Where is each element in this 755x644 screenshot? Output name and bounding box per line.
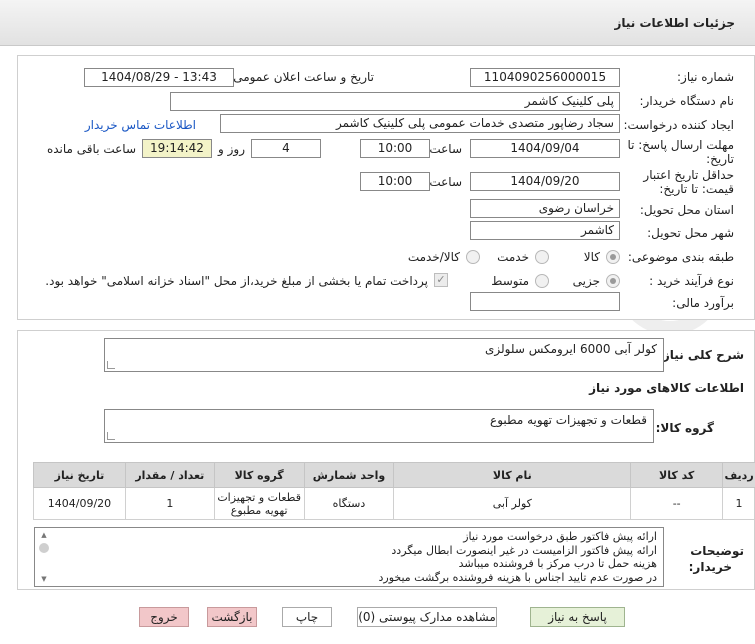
goods-group-text: قطعات و تجهیزات تهویه مطبوع [490,413,647,427]
announce-datetime-label: تاریخ و ساعت اعلان عمومی: [229,70,374,84]
deadline-time-field: 10:00 [360,139,430,158]
page-header: جزئیات اطلاعات نیاز [0,0,755,46]
validity-label: حداقل تاریخ اعتبار [643,168,734,182]
scroll-thumb[interactable] [39,543,49,553]
category-option-goods: کالا [583,250,600,264]
description-label: شرح کلی نیاز: [658,348,744,362]
goods-table: ردیف کد کالا نام کالا واحد شمارش گروه کا… [33,462,755,520]
notes-scrollbar[interactable]: ▲ ▼ [38,531,50,583]
deadline-time-label: ساعت [429,142,462,156]
category-radio-goods-service[interactable] [466,250,480,264]
purchase-radio-medium[interactable] [535,274,549,288]
validity-time-label: ساعت [429,175,462,189]
col-date: تاریخ نیاز [33,462,126,488]
cell-code: -- [630,487,724,520]
col-unit: واحد شمارش [303,462,395,488]
goods-group-textarea: قطعات و تجهیزات تهویه مطبوع [104,409,654,443]
deadline-date-field: 1404/09/04 [470,139,620,158]
category-option-goods-service: کالا/خدمت [407,250,460,264]
col-code: کد کالا [630,462,724,488]
validity-date-field: 1404/09/20 [470,172,620,191]
category-radio-service[interactable] [535,250,549,264]
category-option-service: خدمت [497,250,529,264]
goods-info-title: اطلاعات کالاهای مورد نیاز [589,381,744,395]
resize-grip-icon[interactable] [107,361,115,369]
payment-note: پرداخت تمام یا بخشی از مبلغ خرید،از محل … [45,274,428,288]
print-button[interactable]: چاپ [282,607,332,627]
request-creator-label: ایجاد کننده درخواست: [623,118,734,132]
deadline-label: مهلت ارسال پاسخ: تا [627,138,734,152]
province-label: استان محل تحویل: [639,203,734,217]
remaining-days-field: 4 [251,139,321,158]
cell-unit: دستگاه [303,487,395,520]
need-details-panel: شماره نیاز: 1104090256000015 تاریخ و ساع… [17,55,755,320]
table-row[interactable]: 1 -- کولر آبی دستگاه قطعات و تجهیزات تهو… [33,487,755,520]
buyer-note-line: ارائه پیش فاکتور الزامیست در غیر اینصورت… [391,543,657,557]
goods-group-label: گروه کالا: [655,421,714,435]
remaining-time-field: 19:14:42 [142,139,212,158]
budget-label: برآورد مالی: [672,296,734,310]
buyer-note-line: در صورت عدم تایید اجناس با هزینه فروشنده… [378,570,657,584]
need-number-label: شماره نیاز: [677,70,734,84]
resize-grip-icon[interactable] [107,432,115,440]
category-label: طبقه بندی موضوعی: [627,250,734,264]
back-button[interactable]: بازگشت [207,607,257,627]
purchase-option-minor: جزیی [572,274,600,288]
goods-table-header: ردیف کد کالا نام کالا واحد شمارش گروه کا… [33,462,755,488]
purchase-radio-minor[interactable] [606,274,620,288]
days-label: روز و [218,142,245,156]
purchase-option-medium: متوسط [491,274,529,288]
cell-quantity: 1 [124,487,215,520]
remaining-time-label: ساعت باقی مانده [46,142,136,156]
attachments-button[interactable]: مشاهده مدارک پیوستی (0) [357,607,497,627]
col-group: گروه کالا [213,462,305,488]
city-label: شهر محل تحویل: [647,226,734,240]
goods-panel: شرح کلی نیاز: کولر آبی 6000 ایرومکس سلول… [17,330,755,590]
buyer-notes-label-2: خریدار: [688,560,732,574]
description-textarea: کولر آبی 6000 ایرومکس سلولزی [104,338,664,372]
province-field: خراسان رضوی [470,199,620,218]
validity-date-label: قیمت: تا تاریخ: [659,182,734,196]
cell-group: قطعات و تجهیزات تهویه مطبوع [213,487,305,520]
buyer-notes-textarea: ارائه پیش فاکتور طبق درخواست مورد نیاز ا… [34,527,664,587]
page-title: جزئیات اطلاعات نیاز [614,16,735,30]
col-row: ردیف [722,462,755,488]
announce-datetime-field: 1404/08/29 - 13:43 [84,68,234,87]
buyer-org-field: پلی کلینیک کاشمر [170,92,620,111]
treasury-checkbox[interactable]: ✓ [434,273,448,287]
buyer-note-line: هزینه حمل تا درب مرکز با فروشنده میباشد [458,557,657,570]
buyer-note-line: ارائه پیش فاکتور طبق درخواست مورد نیاز [463,530,657,543]
purchase-type-label: نوع فرآیند خرید : [649,274,734,288]
scroll-down-icon[interactable]: ▼ [38,575,50,583]
validity-time-field: 10:00 [360,172,430,191]
exit-button[interactable]: خروج [139,607,189,627]
col-name: نام کالا [393,462,632,488]
description-text: کولر آبی 6000 ایرومکس سلولزی [484,342,657,356]
cell-date: 1404/09/20 [33,487,126,520]
cell-name: کولر آبی [393,487,632,520]
buyer-notes-label: توضیحات [690,544,744,558]
category-radio-goods[interactable] [606,250,620,264]
col-quantity: تعداد / مقدار [124,462,215,488]
buyer-contact-link[interactable]: اطلاعات تماس خریدار [85,118,196,132]
scroll-up-icon[interactable]: ▲ [38,531,50,539]
need-number-field: 1104090256000015 [470,68,620,87]
cell-row: 1 [722,487,755,520]
buyer-org-label: نام دستگاه خریدار: [639,94,735,108]
deadline-date-label: تاریخ: [706,152,734,166]
budget-field [470,292,620,311]
reply-button[interactable]: پاسخ به نیاز [530,607,625,627]
request-creator-field: سجاد رضاپور متصدی خدمات عمومی پلی کلینیک… [220,114,620,133]
city-field: کاشمر [470,221,620,240]
